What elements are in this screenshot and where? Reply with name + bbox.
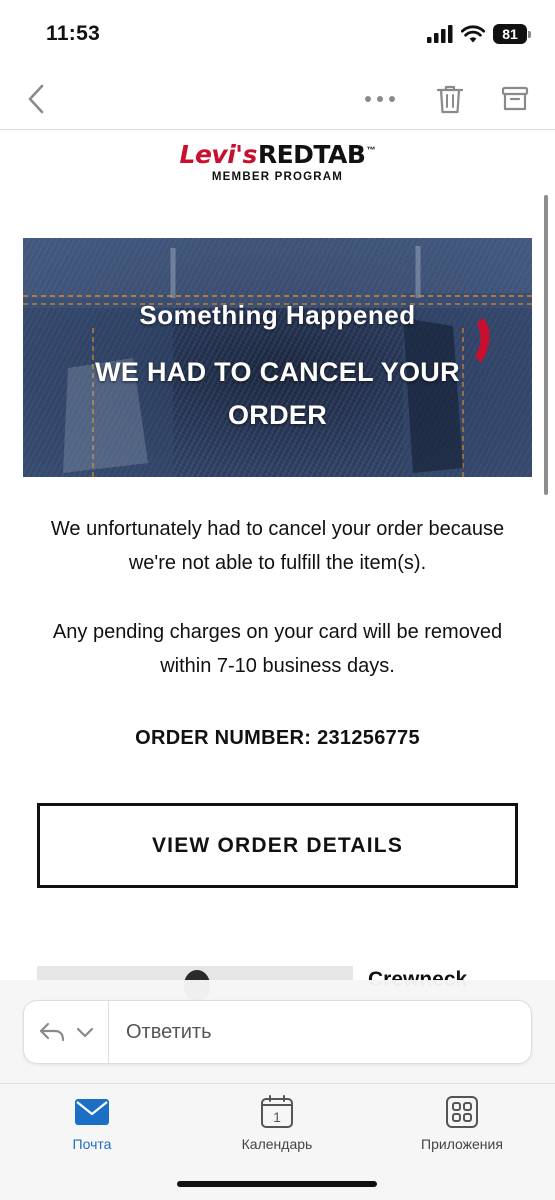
- brand-header: Levi's REDTAB ™ MEMBER PROGRAM: [0, 140, 555, 200]
- status-bar: 11:53 81: [0, 0, 555, 68]
- hero-kicker: Something Happened: [139, 300, 416, 330]
- mail-icon: [74, 1094, 110, 1130]
- status-icons: 81: [427, 24, 531, 44]
- home-indicator: [177, 1181, 377, 1187]
- apps-grid-icon: [444, 1094, 480, 1130]
- scroll-indicator[interactable]: [544, 195, 548, 495]
- tab-bar: Почта 1 Календарь Приложения: [0, 1083, 555, 1200]
- more-button[interactable]: [358, 78, 402, 120]
- reply-arrow-icon: [39, 1022, 65, 1042]
- order-number-value: 231256775: [317, 727, 420, 749]
- reply-panel: [0, 980, 555, 1084]
- chevron-down-icon: [76, 1027, 94, 1038]
- refund-message: Any pending charges on your card will be…: [52, 621, 503, 677]
- wifi-icon: [461, 25, 485, 43]
- calendar-day: 1: [273, 1109, 281, 1125]
- trash-icon: [436, 85, 464, 114]
- order-number-label: ORDER NUMBER:: [135, 727, 312, 749]
- hero-title: WE HAD TO CANCEL YOUR ORDER: [95, 357, 460, 430]
- reply-input[interactable]: [109, 1001, 531, 1063]
- hero-text: Something Happened WE HAD TO CANCEL YOUR…: [23, 238, 532, 477]
- tab-calendar[interactable]: 1 Календарь: [202, 1094, 352, 1152]
- more-horizontal-icon: [365, 96, 395, 102]
- battery-icon: 81: [493, 24, 531, 44]
- battery-level: 81: [493, 24, 527, 44]
- tab-calendar-label: Календарь: [241, 1136, 313, 1152]
- hero-banner: Something Happened WE HAD TO CANCEL YOUR…: [23, 238, 532, 477]
- status-time: 11:53: [46, 22, 101, 45]
- cellular-signal-icon: [427, 25, 453, 43]
- calendar-icon: 1: [259, 1094, 295, 1130]
- reply-options-button[interactable]: [24, 1001, 109, 1063]
- logo-levis: Levi's: [179, 140, 258, 169]
- cancel-message: We unfortunately had to cancel your orde…: [50, 518, 505, 574]
- back-button[interactable]: [14, 78, 58, 120]
- tab-mail-label: Почта: [72, 1136, 112, 1152]
- member-program-label: MEMBER PROGRAM: [211, 171, 344, 183]
- logo-redtab: REDTAB: [257, 140, 366, 169]
- view-order-details-button[interactable]: VIEW ORDER DETAILS: [37, 803, 518, 888]
- reply-bar: [23, 1000, 532, 1064]
- tab-mail[interactable]: Почта: [17, 1094, 167, 1152]
- logo-trademark: ™: [366, 145, 376, 155]
- tab-apps-label: Приложения: [421, 1136, 503, 1152]
- chevron-left-icon: [28, 84, 44, 114]
- mail-toolbar: [0, 68, 555, 130]
- archive-icon: [501, 86, 529, 111]
- levis-redtab-logo: Levi's REDTAB ™: [180, 140, 376, 169]
- order-number: ORDER NUMBER: 231256775: [0, 727, 555, 750]
- tab-apps[interactable]: Приложения: [387, 1094, 537, 1152]
- delete-button[interactable]: [428, 78, 472, 120]
- archive-button[interactable]: [493, 78, 537, 120]
